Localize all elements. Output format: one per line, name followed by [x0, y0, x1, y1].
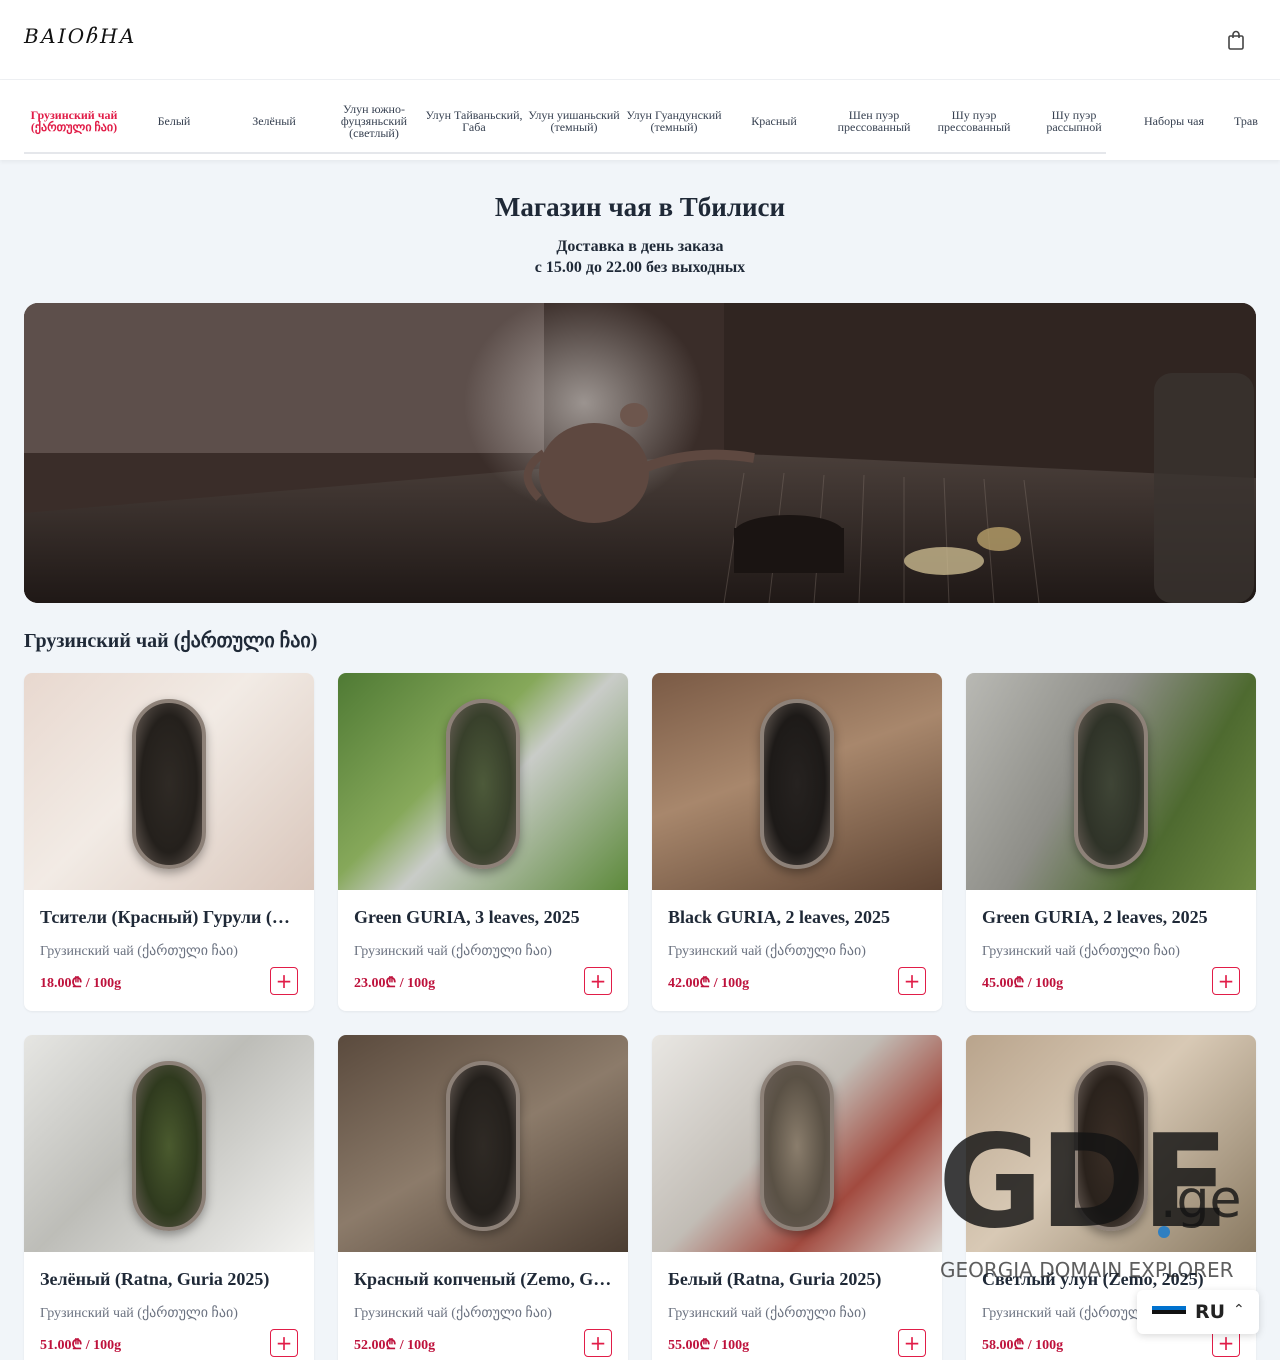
product-image[interactable] — [24, 1035, 314, 1252]
product-image[interactable] — [966, 673, 1256, 890]
product-price: 55.00₾ / 100g — [668, 1338, 750, 1353]
product-category: Грузинский чай (ქართული ჩაი) — [354, 1306, 552, 1321]
product-price: 52.00₾ / 100g — [354, 1338, 436, 1353]
category-tab-red[interactable]: Красный — [724, 98, 824, 144]
product-card[interactable]: Black GURIA, 2 leaves, 2025 Грузинский ч… — [652, 673, 942, 1011]
product-price: 45.00₾ / 100g — [982, 976, 1064, 991]
add-to-cart-button[interactable]: + — [270, 967, 298, 995]
category-tab-oolong-wuyi[interactable]: Улун уишаньский (темный) — [524, 98, 624, 144]
product-name[interactable]: Светлый улун (Zemo, 2025) — [982, 1269, 1240, 1290]
product-category: Грузинский чай (ქართული ჩაი) — [40, 1306, 238, 1321]
site-header: ВАIОჩНА — [0, 0, 1280, 80]
chevron-up-icon: ⌃ — [1233, 1302, 1245, 1318]
product-name[interactable]: Black GURIA, 2 leaves, 2025 — [668, 907, 926, 928]
category-tab-georgian[interactable]: Грузинский чай (ქართული ჩაი) — [24, 98, 124, 144]
page-title: Магазин чая в Тбилиси — [494, 192, 786, 222]
product-name[interactable]: Зелёный (Ratna, Guria 2025) — [40, 1269, 298, 1290]
hero-banner-image — [24, 303, 1256, 603]
product-price: 18.00₾ / 100g — [40, 976, 122, 991]
language-switcher[interactable]: RU ⌃ — [1137, 1290, 1259, 1334]
delivery-line-2: с 15.00 до 22.00 без выходных — [534, 259, 746, 276]
category-tab-herbal[interactable]: Трав — [1224, 98, 1280, 144]
category-tab-oolong-guangdong[interactable]: Улун Гуандунский (темный) — [624, 98, 724, 144]
product-image[interactable] — [24, 673, 314, 890]
product-card[interactable]: Белый (Ratna, Guria 2025) Грузинский чай… — [652, 1035, 942, 1360]
product-name[interactable]: Green GURIA, 3 leaves, 2025 — [354, 907, 612, 928]
product-price: 51.00₾ / 100g — [40, 1338, 122, 1353]
product-card[interactable]: Green GURIA, 2 leaves, 2025 Грузинский ч… — [966, 673, 1256, 1011]
category-tab-white[interactable]: Белый — [124, 98, 224, 144]
add-to-cart-button[interactable]: + — [898, 1329, 926, 1357]
product-category: Грузинский чай (ქართული ჩაი) — [40, 944, 238, 959]
section-title: Грузинский чай (ქართული ჩაი) — [24, 630, 318, 652]
product-category: Грузинский чай (ქართული ჩაი) — [668, 944, 866, 959]
category-tab-tea-sets[interactable]: Наборы чая — [1124, 98, 1224, 144]
category-tab-shu-puer-pressed[interactable]: Шу пуэр прессованный — [924, 98, 1024, 144]
add-to-cart-button[interactable]: + — [584, 967, 612, 995]
add-to-cart-button[interactable]: + — [270, 1329, 298, 1357]
product-image[interactable] — [338, 673, 628, 890]
add-to-cart-button[interactable]: + — [1212, 967, 1240, 995]
product-category: Грузинский чай (ქართული ჩაი) — [982, 944, 1180, 959]
language-code: RU — [1195, 1301, 1226, 1323]
product-card[interactable]: Green GURIA, 3 leaves, 2025 Грузинский ч… — [338, 673, 628, 1011]
product-card[interactable]: Красный копченый (Zemo, Guria 2025) Груз… — [338, 1035, 628, 1360]
product-card[interactable]: Тсители (Красный) Гурули (Zemo, Guria 20… — [24, 673, 314, 1011]
category-tab-oolong-taiwan[interactable]: Улун Тайваньский, Габа — [424, 98, 524, 144]
product-name[interactable]: Green GURIA, 2 leaves, 2025 — [982, 907, 1240, 928]
category-tab-oolong-fujian[interactable]: Улун южно-фуцзяньский (светлый) — [324, 98, 424, 144]
product-image[interactable] — [966, 1035, 1256, 1252]
add-to-cart-button[interactable]: + — [584, 1329, 612, 1357]
add-to-cart-button[interactable]: + — [898, 967, 926, 995]
estonia-flag-icon — [1152, 1306, 1186, 1317]
product-price: 23.00₾ / 100g — [354, 976, 436, 991]
delivery-line-1: Доставка в день заказа — [556, 238, 724, 255]
product-category: Грузинский чай (ქართული ჩაი) — [354, 944, 552, 959]
product-name[interactable]: Красный копченый (Zemo, Guria 2025) — [354, 1269, 612, 1290]
category-nav: Грузинский чай (ქართული ჩაი) Белый Зелён… — [0, 80, 1280, 160]
product-image[interactable] — [338, 1035, 628, 1252]
category-tab-shu-puer-loose[interactable]: Шу пуэр рассыпной — [1024, 98, 1124, 144]
category-tab-green[interactable]: Зелёный — [224, 98, 324, 144]
category-tab-sheng-puer[interactable]: Шен пуэр прессованный — [824, 98, 924, 144]
product-category: Грузинский чай (ქართული ჩაი) — [668, 1306, 866, 1321]
product-price: 42.00₾ / 100g — [668, 976, 750, 991]
site-logo[interactable]: ВАIОჩНА — [24, 24, 137, 48]
product-name[interactable]: Белый (Ratna, Guria 2025) — [668, 1269, 926, 1290]
product-image[interactable] — [652, 673, 942, 890]
product-card[interactable]: Зелёный (Ratna, Guria 2025) Грузинский ч… — [24, 1035, 314, 1360]
product-image[interactable] — [652, 1035, 942, 1252]
shopping-bag-icon[interactable] — [1226, 30, 1246, 50]
product-price: 58.00₾ / 100g — [982, 1338, 1064, 1353]
product-name[interactable]: Тсители (Красный) Гурули (Zemo, Guria 20… — [40, 907, 298, 928]
